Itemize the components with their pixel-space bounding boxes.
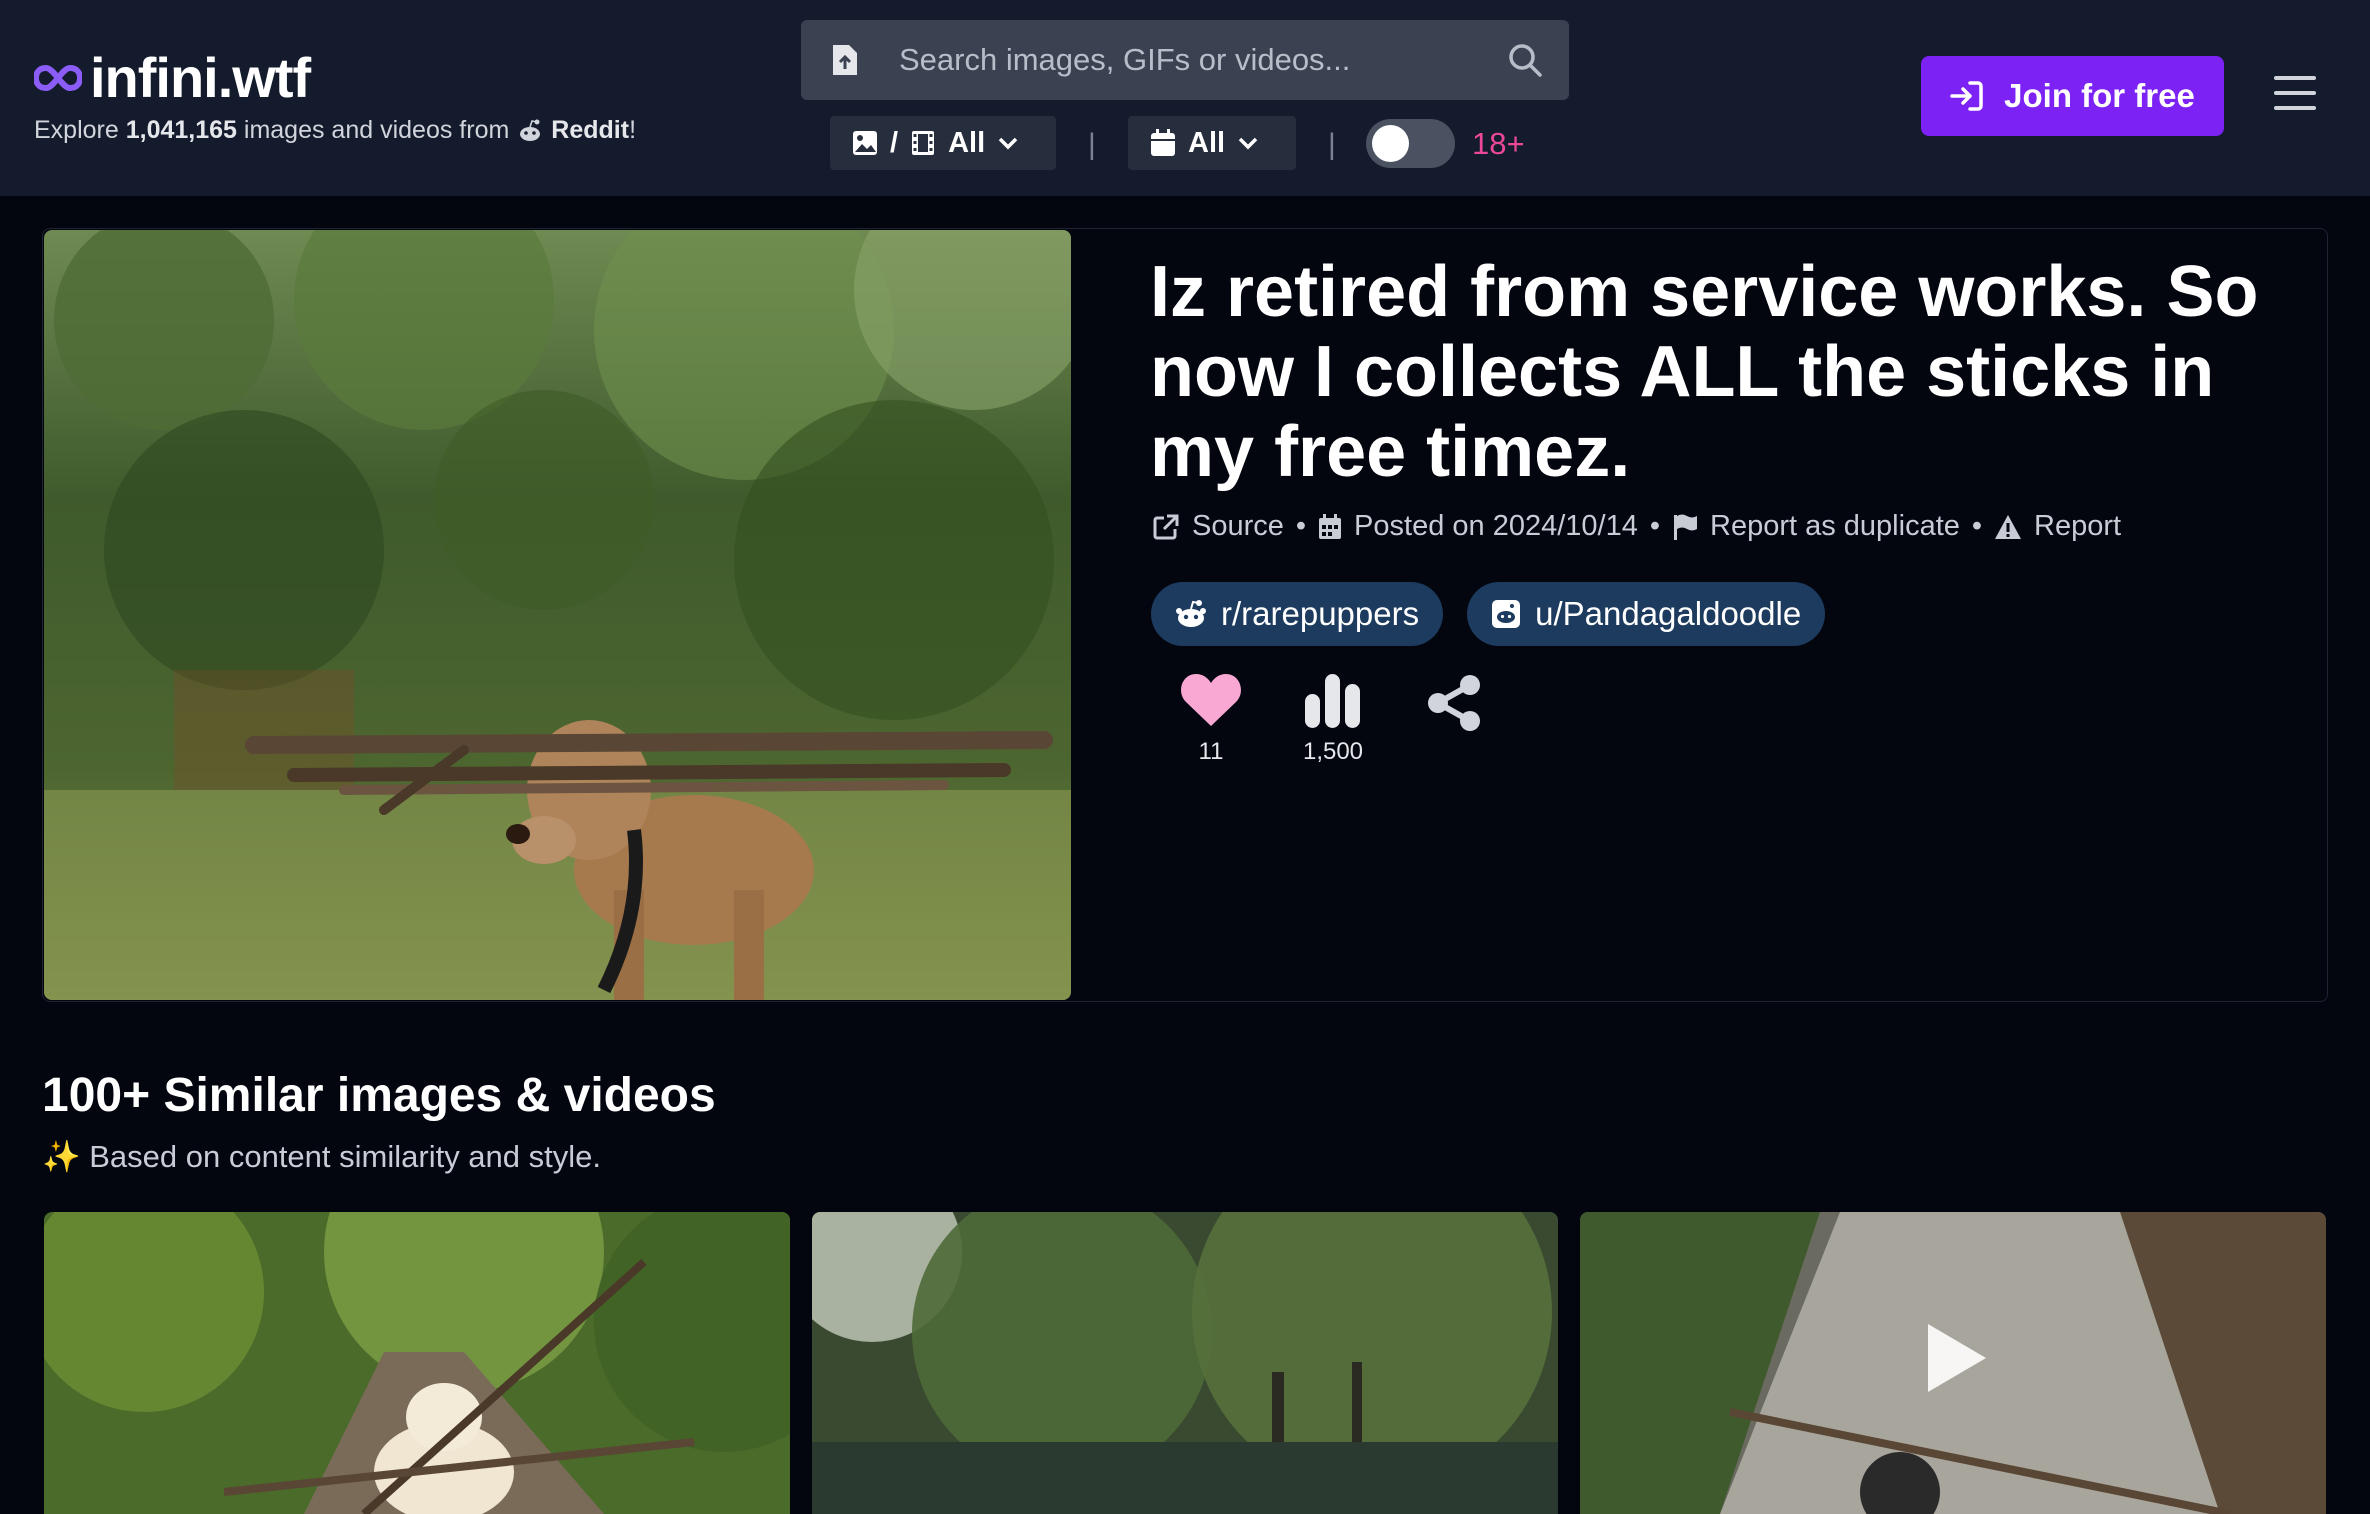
- user-pill[interactable]: u/Pandagaldoodle: [1467, 582, 1826, 646]
- forest-river-photo: [812, 1212, 1558, 1514]
- meta-separator: •: [1649, 510, 1661, 542]
- chevron-down-icon: [1238, 137, 1258, 150]
- similar-thumbnail[interactable]: [44, 1212, 790, 1514]
- meta-separator: •: [1295, 510, 1307, 542]
- search-input[interactable]: [899, 30, 1507, 90]
- upload-file-icon[interactable]: [831, 43, 859, 77]
- site-tagline: Explore 1,041,165 images and videos from…: [34, 116, 636, 145]
- similar-heading: 100+ Similar images & videos: [42, 1069, 716, 1122]
- join-label: Join for free: [2004, 77, 2195, 114]
- bar-chart-icon: [1305, 674, 1360, 728]
- source-label: Source: [1192, 510, 1284, 542]
- join-button[interactable]: Join for free: [1921, 56, 2224, 136]
- post-image[interactable]: [44, 230, 1071, 1000]
- user-label: u/Pandagaldoodle: [1535, 595, 1802, 632]
- hamburger-menu-icon[interactable]: [2274, 76, 2316, 112]
- heart-icon: [1181, 674, 1241, 726]
- similar-subtitle: ✨ Based on content similarity and style.: [42, 1138, 601, 1175]
- share-icon: [1428, 675, 1480, 731]
- search-bar: [801, 20, 1569, 100]
- meta-separator: •: [1971, 510, 1983, 542]
- external-link-icon: [1153, 514, 1179, 539]
- dog-with-sticks-photo: [44, 230, 1071, 1000]
- reddit-square-icon: [1492, 600, 1521, 628]
- report-link[interactable]: Report: [1994, 510, 2121, 543]
- date-filter[interactable]: All: [1128, 116, 1296, 170]
- posted-label: Posted on 2024/10/14: [1354, 510, 1638, 542]
- post-stats: 11 1,500: [1150, 672, 1516, 766]
- top-header: infini.wtf Explore 1,041,165 images and …: [0, 0, 2370, 196]
- play-icon[interactable]: [1920, 1320, 1990, 1396]
- report-duplicate-link[interactable]: Report as duplicate: [1672, 510, 1960, 543]
- media-filter-label: All: [948, 126, 986, 159]
- film-icon: [912, 131, 935, 155]
- logo-text: infini.wtf: [90, 46, 311, 109]
- likes-count: 11: [1198, 738, 1224, 765]
- date-filter-label: All: [1188, 126, 1226, 159]
- calendar-icon: [1319, 513, 1342, 539]
- media-type-filter[interactable]: / All: [830, 116, 1056, 170]
- reddit-icon: [1176, 600, 1206, 627]
- flag-icon: [1674, 514, 1698, 540]
- infinity-icon: [34, 64, 82, 92]
- tagline-count: 1,041,165: [125, 116, 237, 144]
- toggle-knob: [1372, 125, 1409, 162]
- similar-subtitle-text: Based on content similarity and style.: [89, 1139, 601, 1174]
- tagline-suffix: !: [629, 116, 637, 144]
- site-logo[interactable]: infini.wtf: [34, 46, 311, 109]
- sign-in-icon: [1950, 81, 1983, 111]
- nsfw-label: 18+: [1472, 126, 1525, 161]
- similar-thumbnail[interactable]: [812, 1212, 1558, 1514]
- media-filter-slash: /: [890, 126, 899, 159]
- subreddit-pill[interactable]: r/rarepuppers: [1151, 582, 1444, 646]
- views-count: 1,500: [1302, 738, 1364, 765]
- tagline-prefix: Explore: [34, 116, 119, 144]
- tagline-middle: images and videos from: [243, 116, 510, 144]
- post-meta: Source • Posted on 2024/10/14 • Report a…: [1152, 510, 2121, 543]
- subreddit-label: r/rarepuppers: [1221, 595, 1420, 632]
- reddit-icon: [520, 119, 541, 141]
- tagline-source[interactable]: Reddit: [551, 116, 629, 145]
- image-icon: [853, 131, 877, 155]
- chevron-down-icon: [998, 137, 1018, 150]
- filter-separator: |: [1328, 128, 1336, 161]
- similar-video-thumbnail[interactable]: [1580, 1212, 2326, 1514]
- calendar-icon: [1151, 129, 1175, 156]
- share-button[interactable]: [1394, 672, 1516, 766]
- search-icon[interactable]: [1507, 42, 1543, 78]
- like-button[interactable]: 11: [1150, 672, 1272, 766]
- dog-on-trail-photo: [44, 1212, 790, 1514]
- post-title: Iz retired from service works. So now I …: [1150, 252, 2259, 492]
- nsfw-toggle[interactable]: [1366, 119, 1455, 168]
- views-stat: 1,500: [1272, 672, 1394, 766]
- posted-date: Posted on 2024/10/14: [1318, 510, 1638, 543]
- duplicate-label: Report as duplicate: [1710, 510, 1960, 542]
- post-tags: r/rarepuppers u/Pandagaldoodle: [1151, 582, 1826, 646]
- report-label: Report: [2034, 510, 2122, 542]
- sparkles-icon: ✨: [42, 1139, 81, 1174]
- warning-icon: [1995, 514, 2022, 539]
- filter-separator: |: [1088, 128, 1096, 161]
- source-link[interactable]: Source: [1152, 510, 1284, 543]
